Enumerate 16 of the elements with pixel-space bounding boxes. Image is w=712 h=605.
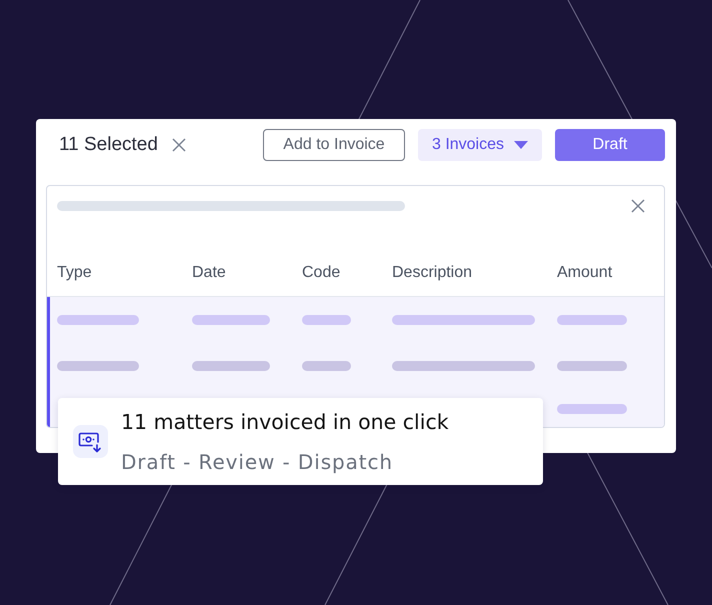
column-header: Type: [57, 264, 92, 282]
invoices-dropdown[interactable]: 3 Invoices: [418, 129, 542, 161]
toast-title: 11 matters invoiced in one click: [121, 408, 449, 436]
add-to-invoice-button[interactable]: Add to Invoice: [263, 129, 405, 161]
column-header: Date: [192, 264, 226, 282]
clear-selection-button[interactable]: [172, 138, 186, 152]
draft-button[interactable]: Draft: [555, 129, 665, 161]
toast-subtitle: Draft - Review - Dispatch: [121, 448, 394, 476]
close-icon: [631, 199, 645, 213]
column-header: Description: [392, 264, 472, 282]
caret-down-icon: [514, 141, 528, 149]
selection-count: 11 Selected: [59, 134, 158, 156]
column-header: Code: [302, 264, 340, 282]
close-icon: [172, 138, 186, 152]
close-panel-button[interactable]: [631, 199, 645, 213]
column-header: Amount: [557, 264, 612, 282]
